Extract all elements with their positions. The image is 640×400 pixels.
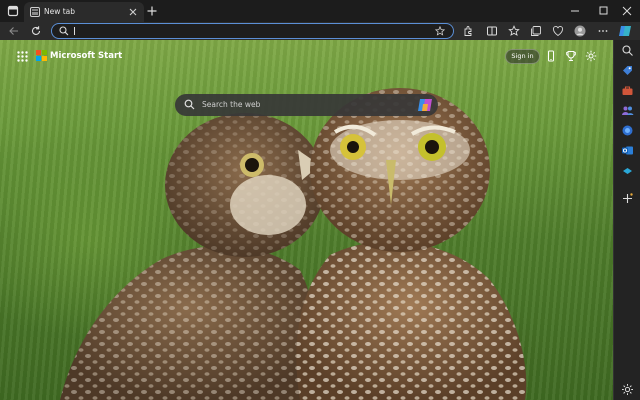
apps-grid-icon[interactable] [17,51,28,62]
collections-icon[interactable] [530,25,542,37]
outlook-icon[interactable] [621,144,634,157]
more-icon[interactable] [597,25,609,37]
microsoft-logo-icon [36,50,47,61]
people-icon[interactable] [621,104,634,117]
title-bar: New tab [0,0,640,22]
new-tab-favicon-icon [30,7,40,17]
search-icon [184,99,195,110]
browser-window: New tab Microsoft Start Sign in Search t… [0,0,640,400]
close-tab-icon[interactable] [127,6,139,18]
profile-icon[interactable] [574,25,586,37]
sign-in-button[interactable]: Sign in [505,49,540,64]
text-caret [74,27,75,35]
tag-icon[interactable] [621,64,634,77]
favorites-icon[interactable] [508,25,520,37]
rewards-trophy-icon[interactable] [565,50,577,62]
browser-essentials-icon[interactable] [552,25,564,37]
address-bar[interactable] [51,23,454,39]
copilot-icon[interactable] [417,97,433,113]
restore-icon[interactable] [590,0,616,22]
back-icon[interactable] [8,25,20,37]
m365-icon[interactable] [621,124,634,137]
toolbox-icon[interactable] [621,84,634,97]
search-icon [59,26,69,36]
toolbar [0,22,640,40]
edge-sidebar [613,40,640,400]
mobile-phone-icon[interactable] [545,50,557,62]
favorite-star-icon[interactable] [435,26,445,36]
copilot-icon[interactable] [618,24,632,38]
new-tab-page: Microsoft Start Sign in Search the web [0,40,613,400]
search-icon[interactable] [621,44,634,57]
close-icon[interactable] [614,0,640,22]
search-placeholder: Search the web [202,100,261,109]
brand-title[interactable]: Microsoft Start [50,50,122,62]
settings-icon[interactable] [621,383,634,396]
extensions-icon[interactable] [462,25,474,37]
gear-icon[interactable] [585,50,597,62]
drop-icon[interactable] [621,164,634,177]
tab-new-tab[interactable]: New tab [24,2,144,22]
tab-title: New tab [44,7,76,16]
split-screen-icon[interactable] [486,25,498,37]
plus-icon[interactable] [146,5,158,17]
refresh-icon[interactable] [30,25,42,37]
tab-actions-icon[interactable] [7,5,19,17]
add-icon[interactable] [621,192,634,205]
web-search-box[interactable]: Search the web [175,94,438,116]
minimize-icon[interactable] [562,0,588,22]
